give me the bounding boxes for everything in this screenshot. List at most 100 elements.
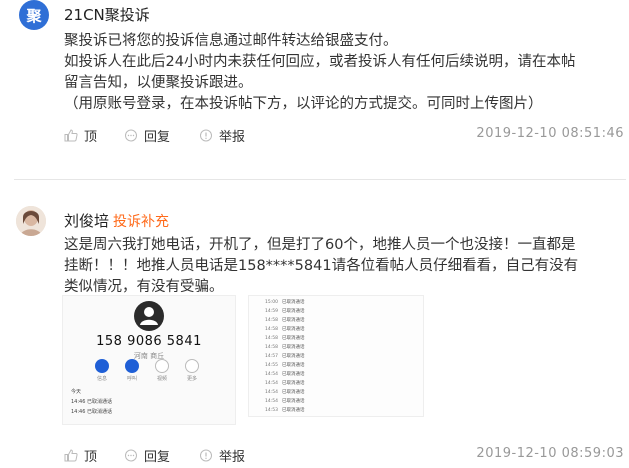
reply-button[interactable]: 回复 (124, 446, 170, 465)
button-caption: 更多 (186, 376, 197, 382)
call-log-row: 14:58 已取消通话 (265, 344, 304, 350)
log-text: 已取消通话 (281, 336, 305, 341)
report-label: 举报 (219, 450, 246, 465)
log-time: 14:54 (265, 399, 278, 404)
avatar[interactable]: 聚 (19, 0, 49, 30)
report-label: 举报 (219, 130, 246, 145)
button-caption: 呼叫 (126, 376, 137, 382)
log-text: 已取消通话 (281, 363, 305, 368)
phone-number: 158 9086 5841 (96, 334, 202, 349)
body-line: 挂断！！！地推人员电话是158****5841请各位看帖人员仔细看看，自己有没有 (64, 258, 579, 274)
post-actions: 顶 回复 举报 2019-12-10 08:51:46 (64, 126, 624, 148)
log-text: 已取消通话 (281, 354, 305, 359)
log-text: 已取消通话 (281, 300, 305, 305)
log-time: 15:00 (265, 300, 278, 305)
post-body: 聚投诉已将您的投诉信息通过邮件转达给银盛支付。 如投诉人在此后24小时内未获任何… (64, 31, 626, 115)
call-log-row: 15:00 已取消通话 (265, 299, 304, 305)
video-icon (155, 359, 169, 373)
more-icon (185, 359, 199, 373)
log-text: 已取消通话 (281, 372, 305, 377)
reply-label: 回复 (144, 130, 171, 145)
call-log-row: 14:58 已取消通话 (265, 335, 304, 341)
avatar[interactable] (16, 206, 46, 236)
post-actions: 顶 回复 举报 2019-12-10 08:59:03 (64, 446, 624, 468)
author-name[interactable]: 刘俊培 (64, 212, 109, 230)
call-log-row: 14:54 已取消通话 (265, 398, 304, 404)
attached-screenshot-1[interactable]: 158 9086 5841 河南 商丘 信息 呼叫 视频 更多 今天 14:46… (62, 295, 236, 425)
call-icon (125, 359, 139, 373)
thumbs-up-icon (64, 449, 78, 462)
log-text: 已取消通话 (87, 399, 113, 405)
post-timestamp: 2019-12-10 08:59:03 (476, 446, 624, 461)
log-time: 14:57 (265, 354, 278, 359)
log-time: 14:58 (265, 318, 278, 323)
reply-button[interactable]: 回复 (124, 126, 170, 145)
button-caption: 视频 (156, 376, 167, 382)
supplement-tag[interactable]: 投诉补充 (113, 214, 169, 230)
log-time: 14:46 (71, 399, 86, 405)
reply-label: 回复 (144, 450, 171, 465)
log-text: 已取消通话 (281, 309, 305, 314)
message-icon (95, 359, 109, 373)
phone-location: 河南 商丘 (133, 352, 165, 360)
avatar-text: 聚 (26, 6, 42, 25)
call-log-row: 14:58 已取消通话 (265, 317, 304, 323)
log-text: 已取消通话 (281, 390, 305, 395)
comment-icon (125, 449, 137, 462)
body-line: 如投诉人在此后24小时内未获任何回应，或者投诉人有任何后续说明，请在本帖 (64, 54, 576, 70)
body-line: （用原账号登录，在本投诉帖下方，以评论的方式提交。可同时上传图片） (64, 96, 543, 112)
contact-avatar-icon (134, 301, 164, 331)
call-log-row: 14:54 已取消通话 (265, 380, 304, 386)
warning-icon (200, 129, 212, 142)
log-text: 已取消通话 (281, 318, 305, 323)
log-text: 已取消通话 (281, 327, 305, 332)
warning-icon (200, 449, 212, 462)
post-divider (14, 179, 626, 180)
body-line: 聚投诉已将您的投诉信息通过邮件转达给银盛支付。 (64, 33, 398, 49)
report-button[interactable]: 举报 (199, 446, 245, 465)
log-text: 已取消通话 (281, 345, 305, 350)
attached-screenshot-2[interactable]: 15:00 已取消通话 14:59 已取消通话 14:58 已取消通话 14:58 已取… (248, 295, 424, 417)
report-button[interactable]: 举报 (199, 126, 245, 145)
like-button[interactable]: 顶 (64, 126, 97, 145)
author-row: 刘俊培 投诉补充 (64, 210, 169, 231)
call-log-row: 14:57 已取消通话 (265, 353, 304, 359)
call-log-row: 14:58 已取消通话 (265, 326, 304, 332)
call-log-row: 14:53 已取消通话 (265, 407, 304, 413)
like-label: 顶 (84, 450, 98, 465)
post-body: 这是周六我打她电话，开机了，但是打了60个，地推人员一个也没接！一直都是 挂断！… (64, 235, 626, 298)
log-time: 14:53 (265, 408, 278, 413)
log-time: 14:46 (71, 409, 86, 415)
log-text: 已取消通话 (87, 409, 113, 415)
call-log-row: 14:55 已取消通话 (265, 362, 304, 368)
log-time: 14:54 (265, 372, 278, 377)
log-time: 14:55 (265, 363, 278, 368)
log-time: 14:58 (265, 327, 278, 332)
call-log-row: 14:46 已取消通话 (71, 408, 112, 415)
like-button[interactable]: 顶 (64, 446, 97, 465)
like-label: 顶 (84, 130, 98, 145)
call-log-row: 14:54 已取消通话 (265, 371, 304, 377)
post-timestamp: 2019-12-10 08:51:46 (476, 126, 624, 141)
post-2: 刘俊培 投诉补充 这是周六我打她电话，开机了，但是打了60个，地推人员一个也没接！… (0, 200, 629, 468)
today-label: 今天 (71, 389, 82, 395)
button-caption: 信息 (96, 376, 107, 382)
log-text: 已取消通话 (281, 381, 305, 386)
log-time: 14:58 (265, 345, 278, 350)
body-line: 留言告知，以便聚投诉跟进。 (64, 75, 253, 91)
log-time: 14:54 (265, 381, 278, 386)
author-name-text: 21CN聚投诉 (64, 6, 150, 24)
log-text: 已取消通话 (281, 408, 305, 413)
log-time: 14:54 (265, 390, 278, 395)
thumbs-up-icon (64, 129, 78, 142)
log-text: 已取消通话 (281, 399, 305, 404)
user-photo-icon (16, 206, 46, 236)
author-name[interactable]: 21CN聚投诉 (64, 4, 150, 25)
comment-icon (125, 129, 137, 142)
call-log-row: 14:46 已取消通话 (71, 398, 112, 405)
post-1: 聚 21CN聚投诉 聚投诉已将您的投诉信息通过邮件转达给银盛支付。 如投诉人在此… (0, 0, 629, 175)
log-time: 14:58 (265, 336, 278, 341)
call-log-row: 14:54 已取消通话 (265, 389, 304, 395)
call-log-row: 14:59 已取消通话 (265, 308, 304, 314)
body-line: 这是周六我打她电话，开机了，但是打了60个，地推人员一个也没接！一直都是 (64, 237, 576, 253)
